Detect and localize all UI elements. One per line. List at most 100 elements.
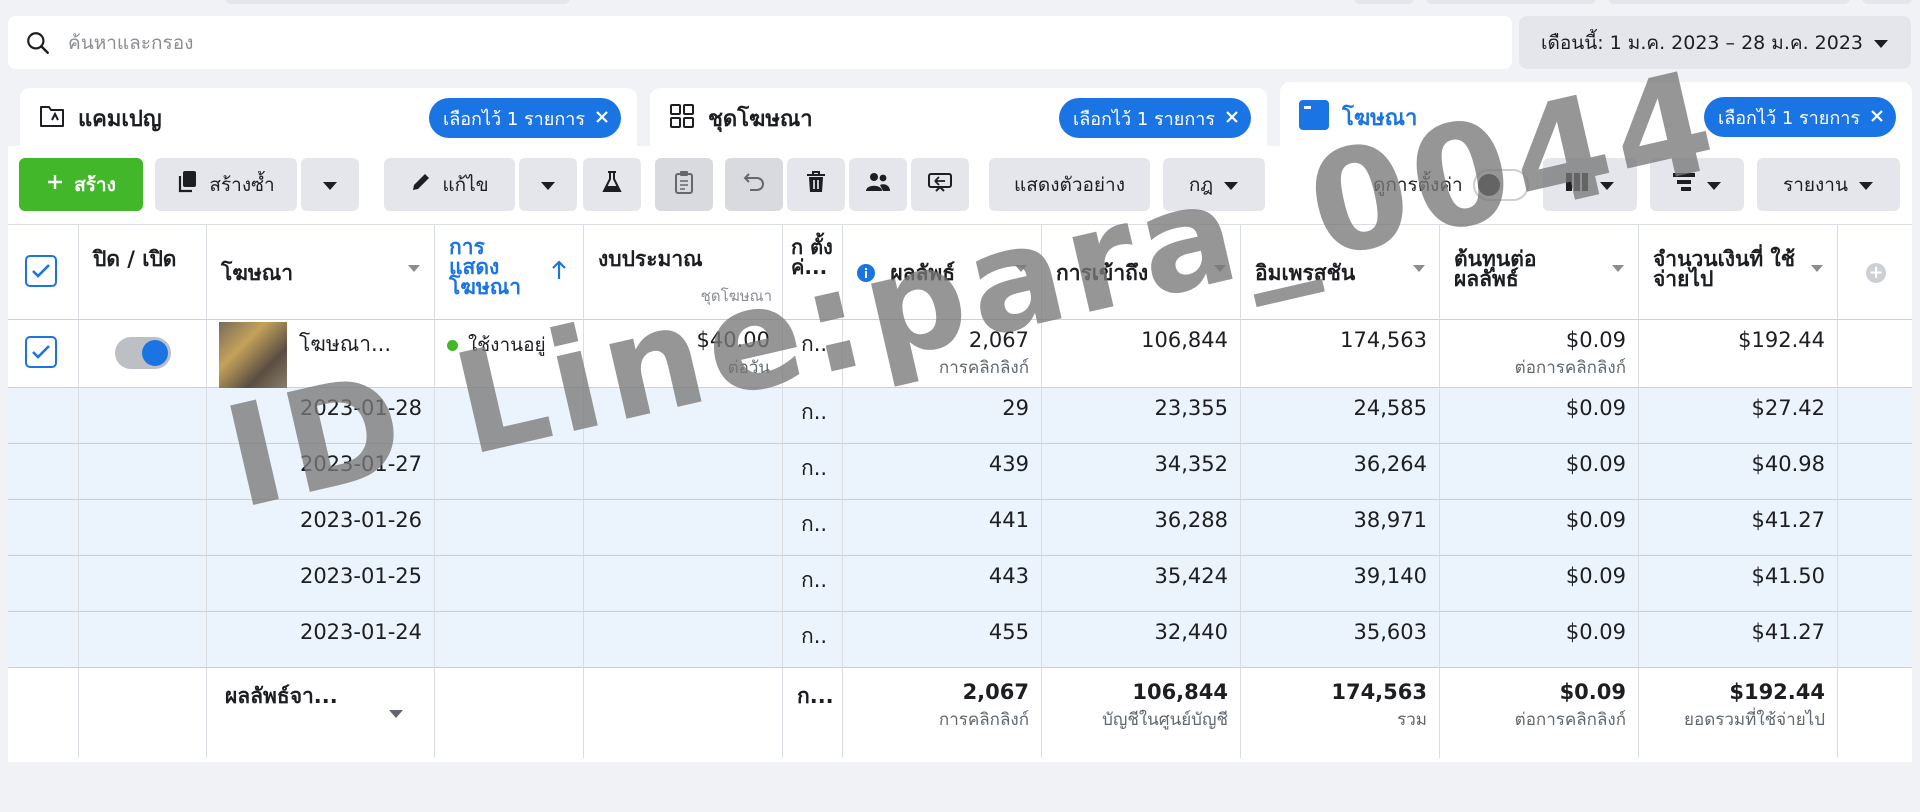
day-reach-cell: 32,440 [1042,612,1241,668]
header-delivery-label: การ แสดง โฆษณา [449,235,521,299]
close-icon[interactable] [1870,107,1884,128]
ad-delivery-cell: ใช้งานอยู่ [435,320,584,388]
day-impressions-cell: 38,971 [1241,500,1440,556]
tab-ad-sets[interactable]: ชุดโฆษณา เลือกไว้ 1 รายการ [650,88,1267,148]
row-checkbox[interactable] [25,336,57,368]
header-budget[interactable]: งบประมาณ ชุดโฆษณา [584,224,783,320]
active-status-dot [447,340,458,351]
date-range-picker[interactable]: เดือนนี้: 1 ม.ค. 2023 – 28 ม.ค. 2023 [1519,16,1911,69]
caret-down-icon[interactable] [388,700,404,724]
export-button[interactable] [911,158,969,211]
header-reach-label: การเข้าถึง [1056,261,1149,285]
sort-caret-icon[interactable] [1015,265,1027,272]
tab-campaigns[interactable]: แคมเปญ เลือกไว้ 1 รายการ [20,88,637,148]
ad-budget-cell: $40.00 ต่อวัน [584,320,783,388]
totals-spent: $192.44 [1729,680,1825,704]
select-all-checkbox[interactable] [25,255,57,287]
day-empty-cell [1838,500,1912,556]
day-spent-cell: $41.50 [1639,556,1838,612]
day-cpr-cell: $0.09 [1440,388,1639,444]
sort-caret-icon[interactable] [408,265,420,272]
ad-selection-label: เลือกไว้ 1 รายการ [1718,107,1860,129]
day-empty-cell [435,388,584,444]
clipboard-button[interactable] [655,158,713,211]
day-spent-cell: $27.42 [1639,388,1838,444]
day-empty-cell [584,500,783,556]
audience-button[interactable] [849,158,907,211]
tab-ads[interactable]: โฆษณา เลือกไว้ 1 รายการ [1280,82,1912,152]
ad-selection-pill[interactable]: เลือกไว้ 1 รายการ [1704,97,1896,137]
day-impressions-cell: 35,603 [1241,612,1440,668]
edit-button[interactable]: แก้ไข [384,158,515,211]
header-attribution[interactable]: ก ตั้ง ค่... [783,224,843,320]
day-cpr-cell: $0.09 [1440,500,1639,556]
ad-attribution-cell: ก.. [783,320,843,388]
header-ad-name[interactable]: โฆษณา [207,224,435,320]
breakdown-dropdown[interactable] [1650,158,1744,211]
campaign-selection-label: เลือกไว้ 1 รายการ [443,108,585,130]
search-icon [8,30,68,56]
edit-dropdown-button[interactable] [519,158,577,211]
sort-ascending-icon[interactable] [551,259,567,284]
day-attribution-cell: ก.. [783,556,843,612]
undo-button[interactable] [725,158,783,211]
duplicate-label: สร้างซ้ำ [209,173,275,196]
duplicate-dropdown-button[interactable] [301,158,359,211]
ad-name[interactable]: โฆษณา... [299,332,391,356]
info-icon[interactable] [857,264,875,285]
day-empty-cell [8,612,79,668]
table-row-ad[interactable]: โฆษณา... ใช้งานอยู่ $40.00 ต่อวัน ก.. 2,… [8,320,1912,388]
sort-caret-icon[interactable] [1413,265,1425,272]
close-icon[interactable] [595,108,609,129]
plus-icon [46,173,64,196]
campaign-selection-pill[interactable]: เลือกไว้ 1 รายการ [429,98,621,138]
preview-button[interactable]: แสดงตัวอย่าง [989,158,1150,211]
close-icon[interactable] [1225,108,1239,129]
header-amount-spent[interactable]: จำนวนเงินที่ ใช้จ่ายไป [1639,224,1838,320]
sort-caret-icon[interactable] [1612,265,1624,272]
ad-impressions-cell: 174,563 [1241,320,1440,388]
ad-budget-sub: ต่อวัน [727,358,770,378]
create-button[interactable]: สร้าง [19,158,143,211]
table-row-day: 2023-01-26 ก.. 441 36,288 38,971 $0.09 $… [8,500,1912,556]
search-input[interactable] [68,31,1512,54]
tab-ads-label: โฆษณา [1342,105,1418,131]
sort-caret-icon[interactable] [1811,265,1823,272]
ab-test-button[interactable] [583,158,641,211]
day-empty-cell [435,556,584,612]
ad-onoff-toggle[interactable] [115,337,171,369]
add-column-icon[interactable]: + [1866,263,1886,283]
totals-spent-sub: ยอดรวมที่ใช้จ่ายไป [1684,710,1825,730]
search-bar[interactable] [8,16,1512,69]
duplicate-button[interactable]: สร้างซ้ำ [155,158,297,211]
table-row-day: 2023-01-28 ก.. 29 23,355 24,585 $0.09 $2… [8,388,1912,444]
day-reach-cell: 36,288 [1042,500,1241,556]
day-empty-cell [8,556,79,612]
totals-label: ผลลัพธ์จา... [225,684,338,708]
totals-impressions-cell: 174,563 รวม [1241,668,1440,758]
header-budget-sub: ชุดโฆษณา [700,287,772,305]
caret-down-icon [540,174,556,196]
totals-label-cell[interactable]: ผลลัพธ์จา... [207,668,435,758]
ad-name-cell[interactable]: โฆษณา... [207,320,435,388]
header-results[interactable]: ผลลัพธ์ [843,224,1042,320]
header-impressions[interactable]: อิมเพรสชัน [1241,224,1440,320]
header-onoff[interactable]: ปิด / เปิด [79,224,207,320]
columns-dropdown[interactable] [1543,158,1637,211]
ad-set-selection-pill[interactable]: เลือกไว้ 1 รายการ [1059,98,1251,138]
totals-results: 2,067 [962,680,1029,704]
day-empty-cell [1838,612,1912,668]
sort-caret-icon[interactable] [1214,265,1226,272]
header-cost-per-result[interactable]: ต้นทุนต่อ ผลลัพธ์ [1440,224,1639,320]
delete-button[interactable] [787,158,845,211]
header-cpr-label: ต้นทุนต่อ ผลลัพธ์ [1454,247,1537,291]
reports-dropdown[interactable]: รายงาน [1757,158,1900,211]
day-attribution-cell: ก.. [783,612,843,668]
header-reach[interactable]: การเข้าถึง [1042,224,1241,320]
ad-set-selection-label: เลือกไว้ 1 รายการ [1073,108,1215,130]
rules-dropdown[interactable]: กฎ [1163,158,1265,211]
day-empty-cell [79,388,207,444]
view-setup-toggle[interactable] [1472,168,1529,201]
header-delivery[interactable]: การ แสดง โฆษณา [435,224,584,320]
totals-reach: 106,844 [1132,680,1228,704]
